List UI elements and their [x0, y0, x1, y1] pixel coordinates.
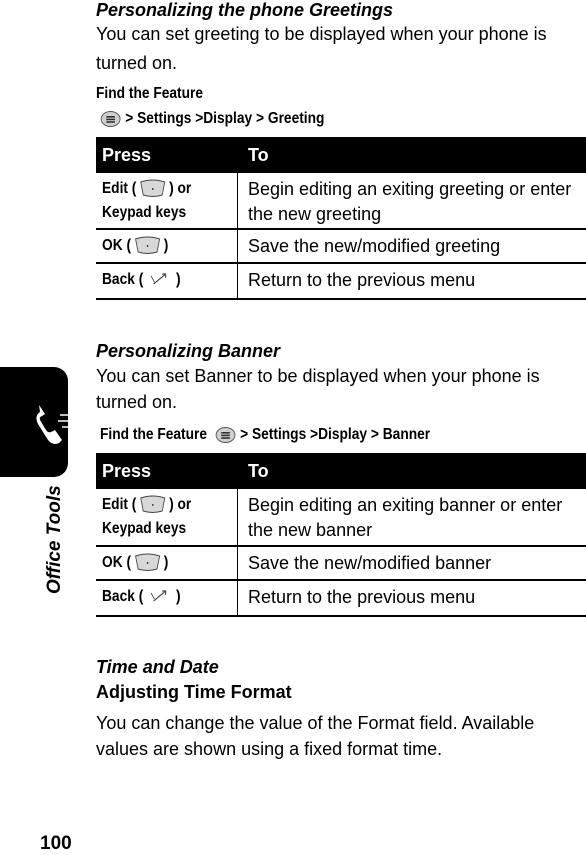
- action-text: Return to the previous menu: [248, 270, 476, 290]
- greetings-find-feature-label: Find the Feature: [96, 85, 204, 102]
- action-text: Begin editing an exiting banner or enter…: [248, 495, 563, 540]
- press-alt-label: Keypad keys: [102, 520, 187, 537]
- press-label: OK (: [102, 237, 132, 254]
- back-key-icon: [146, 270, 174, 289]
- banner-intro: You can set Banner to be displayed when …: [96, 366, 540, 412]
- greetings-table: Press To Edit () or Keypad keys Begin edi…: [96, 137, 586, 300]
- action-text: Begin editing an exiting greeting or ent…: [248, 179, 572, 224]
- chapter-label: Office Tools: [44, 485, 65, 594]
- table-row: OK () Save the new/modified greeting: [96, 230, 586, 264]
- back-key-icon: [146, 587, 174, 606]
- soft-key-icon: [139, 495, 167, 514]
- banner-table: Press To Edit () or Keypad keys Begin edi…: [96, 453, 586, 617]
- time-format-body: You can change the value of the Format f…: [96, 713, 535, 759]
- menu-key-icon: [214, 426, 236, 444]
- press-label: Back (: [102, 588, 144, 605]
- soft-key-icon: [134, 553, 162, 572]
- banner-find-feature-label: Find the Feature: [100, 426, 208, 444]
- table-row: Edit () or Keypad keys Begin editing an e…: [96, 173, 586, 230]
- banner-heading: Personalizing Banner: [96, 341, 281, 361]
- header-press: Press: [102, 144, 152, 165]
- table-row: Back () Return to the previous menu: [96, 264, 586, 300]
- table-row: Edit () or Keypad keys Begin editing an e…: [96, 489, 586, 547]
- greetings-intro: You can set greeting to be displayed whe…: [96, 24, 547, 73]
- table-row: Back () Return to the previous menu: [96, 581, 586, 617]
- greetings-path-text: > Settings >Display > Greeting: [125, 110, 325, 128]
- banner-path-text: > Settings >Display > Banner: [240, 426, 431, 444]
- header-to: To: [248, 460, 269, 481]
- menu-key-icon: [99, 110, 121, 128]
- table-row: OK () Save the new/modified banner: [96, 547, 586, 581]
- phone-handset-icon: [36, 405, 68, 444]
- table-header: Press To: [96, 137, 586, 173]
- soft-key-icon: [139, 179, 167, 198]
- header-to: To: [248, 144, 269, 165]
- press-label: Edit (: [102, 496, 137, 513]
- banner-find-feature: Find the Feature > Settings >Display > B…: [100, 426, 430, 444]
- greetings-heading: Personalizing the phone Greetings: [96, 0, 394, 20]
- chapter-tab: [0, 367, 68, 477]
- press-label: OK (: [102, 554, 132, 571]
- greetings-menu-path: > Settings >Display > Greeting: [96, 110, 324, 128]
- press-label: Back (: [102, 271, 144, 288]
- soft-key-icon: [134, 236, 162, 255]
- press-alt-label: Keypad keys: [102, 204, 187, 221]
- page-number: 100: [40, 833, 72, 854]
- press-label: Edit (: [102, 180, 137, 197]
- table-header: Press To: [96, 453, 586, 489]
- action-text: Save the new/modified greeting: [248, 236, 501, 256]
- action-text: Return to the previous menu: [248, 587, 476, 607]
- header-press: Press: [102, 460, 152, 481]
- action-text: Save the new/modified banner: [248, 553, 492, 573]
- time-format-subheading: Adjusting Time Format: [96, 682, 292, 702]
- time-date-heading: Time and Date: [96, 657, 219, 677]
